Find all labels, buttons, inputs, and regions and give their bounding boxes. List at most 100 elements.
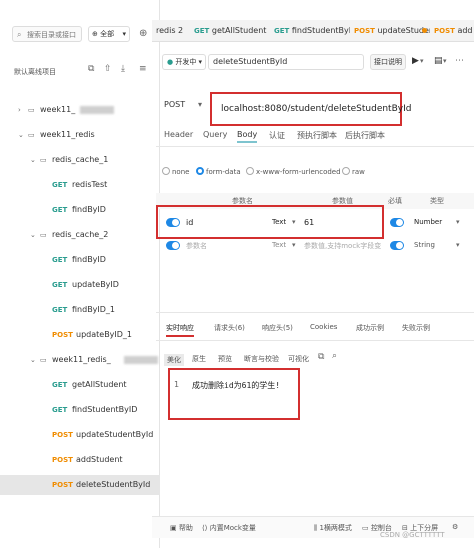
tree-request[interactable]: POST addStudent bbox=[0, 450, 160, 470]
search-input[interactable] bbox=[27, 29, 81, 40]
param-required-toggle[interactable] bbox=[390, 241, 404, 250]
chevron-down-icon[interactable]: ▾ bbox=[443, 57, 447, 65]
chevron-down-icon[interactable]: ⌄ bbox=[30, 350, 36, 370]
tree-request-label: redisTest bbox=[72, 180, 108, 189]
response-tab[interactable]: 请求头(6) bbox=[214, 323, 245, 333]
param-row: 参数名 Text ▾ 参数值,支持mock字段变 String ▾ bbox=[156, 237, 474, 255]
request-tab[interactable]: GET getAllStudent bbox=[194, 23, 270, 41]
status-dot-icon: ● bbox=[167, 58, 174, 66]
folder-icon: ▭ bbox=[40, 231, 47, 239]
tree-request[interactable]: GET findByID_1 bbox=[0, 300, 160, 320]
request-subtab[interactable]: 认证 bbox=[269, 130, 285, 141]
request-tab[interactable]: redis 2 bbox=[156, 23, 190, 41]
search-icon: ⌕ bbox=[17, 30, 22, 39]
response-view-tab[interactable]: 断言与校验 bbox=[244, 354, 279, 364]
request-tab[interactable]: GET findStudentByI bbox=[274, 23, 350, 41]
response-tab[interactable]: Cookies bbox=[310, 323, 337, 331]
param-type[interactable]: String bbox=[414, 241, 435, 249]
response-view-tab[interactable]: 美化 bbox=[164, 354, 184, 366]
mock-button[interactable]: ⟨⟩ 内置Mock变量 bbox=[202, 523, 256, 533]
response-tab[interactable]: 失败示例 bbox=[402, 323, 430, 333]
copy-icon[interactable]: ⧉ bbox=[318, 352, 324, 362]
tree-request[interactable]: GET findStudentByID bbox=[0, 400, 160, 420]
body-type-radio[interactable]: raw bbox=[342, 167, 365, 176]
chevron-down-icon[interactable]: ▾ bbox=[456, 218, 460, 226]
http-method-badge: POST bbox=[52, 481, 73, 489]
layout-label: 1横两模式 bbox=[319, 524, 352, 532]
response-view-tab[interactable]: 原生 bbox=[192, 354, 206, 364]
request-tab[interactable]: POST updateStuder bbox=[354, 23, 430, 41]
chevron-down-icon[interactable]: ⌄ bbox=[30, 225, 36, 245]
line-number: 1 bbox=[174, 380, 180, 389]
tree-request[interactable]: POST updateByID_1 bbox=[0, 325, 160, 345]
layout-mode-button[interactable]: ⫼ 1横两模式 bbox=[314, 523, 352, 533]
request-subtab[interactable]: Header bbox=[164, 130, 193, 139]
tree-request[interactable]: POST updateStudentById bbox=[0, 425, 160, 445]
tree-folder[interactable]: ⌄ ▭ week11_redis_ bbox=[0, 350, 160, 370]
param-highlight bbox=[156, 205, 384, 239]
request-subtab[interactable]: Query bbox=[203, 130, 227, 139]
new-folder-icon[interactable]: ⧉ bbox=[88, 64, 94, 74]
param-type[interactable]: Number bbox=[414, 218, 442, 226]
body-type-label: x-www-form-urlencoded bbox=[256, 168, 341, 176]
body-type-radio[interactable]: x-www-form-urlencoded bbox=[246, 167, 341, 176]
search-box[interactable]: ⌕ bbox=[12, 26, 82, 42]
method-select[interactable]: POST ▾ bbox=[158, 96, 204, 114]
save-icon[interactable]: ▤ bbox=[434, 56, 443, 66]
chevron-down-icon: ▾ bbox=[122, 30, 126, 38]
request-tab[interactable]: POST add bbox=[434, 23, 474, 41]
request-subtab[interactable]: 预执行脚本 bbox=[297, 130, 337, 141]
request-subtab[interactable]: Body bbox=[237, 130, 258, 143]
url-input[interactable]: localhost:8080/student/deleteStudentById bbox=[210, 92, 411, 126]
import-icon[interactable]: ⇧ bbox=[104, 64, 112, 74]
tree-request[interactable]: GET updateByID bbox=[0, 275, 160, 295]
response-view-tab[interactable]: 可视化 bbox=[288, 354, 309, 364]
response-tab[interactable]: 成功示例 bbox=[356, 323, 384, 333]
param-name[interactable]: 参数名 bbox=[186, 241, 207, 251]
settings-icon[interactable]: ⚙ bbox=[452, 523, 458, 531]
tree-folder[interactable]: › ▭ week11_ bbox=[0, 100, 160, 120]
param-enabled-toggle[interactable] bbox=[166, 241, 180, 250]
scope-select[interactable]: ⊕ 全部 ▾ bbox=[88, 26, 130, 42]
chevron-right-icon[interactable]: › bbox=[18, 100, 21, 120]
doc-button[interactable]: 接口说明 bbox=[370, 54, 406, 70]
tree-request[interactable]: POST deleteStudentById bbox=[0, 475, 160, 495]
tree-request[interactable]: GET findByID bbox=[0, 250, 160, 270]
body-type-radio[interactable]: none bbox=[162, 167, 189, 176]
send-icon[interactable]: ▶ bbox=[412, 56, 419, 66]
chevron-down-icon[interactable]: ▾ bbox=[292, 241, 296, 249]
chevron-down-icon[interactable]: ▾ bbox=[456, 241, 460, 249]
console-icon: ▭ bbox=[362, 524, 369, 532]
http-method-badge: POST bbox=[434, 27, 455, 35]
http-method-badge: POST bbox=[52, 456, 73, 464]
body-type-radio[interactable]: form-data bbox=[196, 167, 241, 176]
http-method-badge: POST bbox=[52, 331, 73, 339]
more-icon[interactable]: ⋯ bbox=[455, 56, 464, 66]
locate-icon[interactable]: ⊕ bbox=[139, 28, 147, 39]
param-kind[interactable]: Text bbox=[272, 241, 286, 249]
response-tab[interactable]: 实时响应 bbox=[166, 323, 194, 337]
response-view-tab[interactable]: 预览 bbox=[218, 354, 232, 364]
param-value[interactable]: 参数值,支持mock字段变 bbox=[304, 241, 381, 251]
help-button[interactable]: ▣ 帮助 bbox=[170, 523, 193, 533]
tree-request[interactable]: GET getAllStudent bbox=[0, 375, 160, 395]
chevron-down-icon[interactable]: ▾ bbox=[420, 57, 424, 65]
tree-request[interactable]: GET redisTest bbox=[0, 175, 160, 195]
tree-folder[interactable]: ⌄ ▭ redis_cache_2 bbox=[0, 225, 160, 245]
tree-folder[interactable]: ⌄ ▭ week11_redis bbox=[0, 125, 160, 145]
tree-folder[interactable]: ⌄ ▭ redis_cache_1 bbox=[0, 150, 160, 170]
search-icon[interactable]: ⌕ bbox=[332, 351, 337, 361]
param-required-toggle[interactable] bbox=[390, 218, 404, 227]
tree-request[interactable]: GET findByID bbox=[0, 200, 160, 220]
tree-request-label: addStudent bbox=[76, 455, 123, 464]
request-name-field[interactable]: deleteStudentById bbox=[208, 54, 364, 70]
menu-icon[interactable]: ≡ bbox=[139, 64, 147, 74]
response-tab[interactable]: 响应头(5) bbox=[262, 323, 293, 333]
chevron-down-icon[interactable]: ⌄ bbox=[18, 125, 24, 145]
response-text[interactable]: 成功删除id为61的学生! bbox=[192, 380, 280, 391]
tree-request-label: updateByID_1 bbox=[76, 330, 133, 339]
download-icon[interactable]: ⤓ bbox=[121, 64, 125, 74]
chevron-down-icon[interactable]: ⌄ bbox=[30, 150, 36, 170]
status-select[interactable]: ● 开发中 ▾ bbox=[162, 54, 206, 70]
request-subtab[interactable]: 后执行脚本 bbox=[345, 130, 385, 141]
